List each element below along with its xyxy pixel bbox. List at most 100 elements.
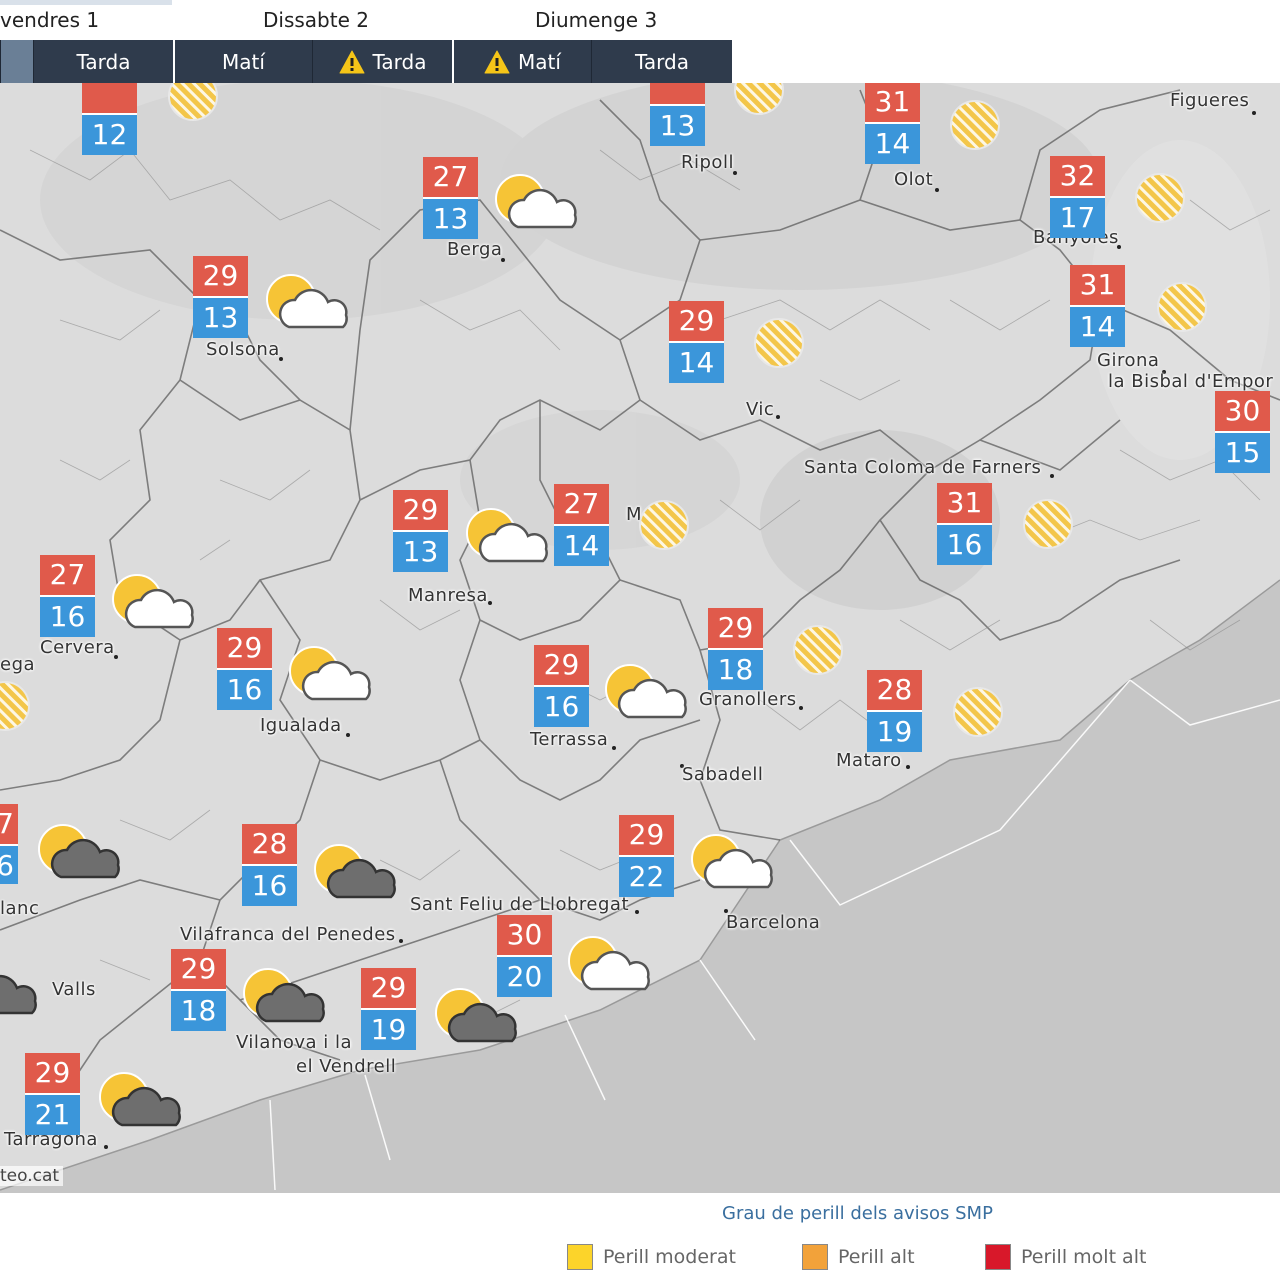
city-label-sabadell: Sabadell — [682, 764, 764, 785]
temp-badge[interactable]: 29 22 — [619, 815, 674, 897]
haze-icon[interactable] — [637, 498, 691, 552]
temp-badge[interactable]: 12 — [82, 83, 137, 155]
min-temp: 6 — [0, 844, 18, 884]
temp-badge[interactable]: 28 19 — [867, 670, 922, 752]
sun-cloud-icon[interactable] — [490, 171, 580, 235]
forecast-map[interactable]: Figueres Ripoll Olot Berga Banyoles Sols… — [0, 83, 1280, 1193]
temp-badge[interactable]: 13 — [650, 83, 705, 146]
tab-sunday-afternoon[interactable]: Tarda — [591, 40, 732, 83]
min-temp: 19 — [867, 710, 922, 752]
haze-icon[interactable] — [0, 679, 32, 733]
haze-icon[interactable] — [732, 83, 786, 117]
sun-dark-cloud-icon[interactable] — [309, 841, 399, 905]
min-temp: 16 — [217, 668, 272, 710]
temp-badge[interactable]: 29 18 — [171, 949, 226, 1031]
temp-badge[interactable]: 27 13 — [423, 157, 478, 239]
temp-badge[interactable]: 28 16 — [242, 824, 297, 906]
warning-icon — [484, 50, 510, 73]
min-temp: 15 — [1215, 431, 1270, 473]
max-temp: 27 — [423, 157, 478, 197]
haze-icon[interactable] — [1021, 497, 1075, 551]
sun-dark-cloud-icon[interactable] — [430, 985, 520, 1049]
temp-badge[interactable]: 29 13 — [393, 490, 448, 572]
max-temp: 29 — [25, 1053, 80, 1093]
day-label-friday[interactable]: vendres 1 — [0, 8, 99, 32]
city-label-la-bisbal: la Bisbal d'Empor — [1108, 371, 1274, 392]
temp-badge[interactable]: 29 18 — [708, 608, 763, 690]
day-header: vendres 1 Dissabte 2 Diumenge 3 — [0, 0, 732, 40]
temp-badge[interactable]: 29 16 — [217, 628, 272, 710]
day-label-saturday[interactable]: Dissabte 2 — [263, 8, 369, 32]
haze-icon[interactable] — [791, 623, 845, 677]
sun-cloud-icon[interactable] — [261, 271, 351, 335]
city-label-sant-feliu: Sant Feliu de Llobregat — [410, 894, 630, 915]
temp-badge[interactable]: 29 16 — [534, 645, 589, 727]
city-label-vilanova: Vilanova i la — [236, 1032, 353, 1053]
max-temp: 27 — [554, 484, 609, 524]
sun-cloud-icon[interactable] — [600, 661, 690, 725]
map-credit: teo.cat — [0, 1166, 64, 1186]
temp-badge[interactable]: 31 16 — [937, 483, 992, 565]
city-label-el-vendrell: el Vendrell — [296, 1056, 397, 1077]
city-dot — [399, 939, 403, 943]
tab-saturday-morning[interactable]: Matí — [173, 40, 312, 83]
city-dot — [635, 910, 639, 914]
temp-badge[interactable]: 29 14 — [669, 301, 724, 383]
temp-badge[interactable]: 31 14 — [1070, 265, 1125, 347]
sun-cloud-icon[interactable] — [686, 831, 776, 895]
min-temp: 13 — [393, 530, 448, 572]
sun-dark-cloud-icon[interactable] — [94, 1069, 184, 1133]
city-label-manresa: Manresa — [408, 585, 488, 606]
min-temp: 14 — [554, 524, 609, 566]
min-temp: 18 — [171, 989, 226, 1031]
haze-icon[interactable] — [166, 83, 220, 123]
haze-icon[interactable] — [951, 685, 1005, 739]
legend-swatch-orange — [802, 1244, 828, 1270]
max-temp: 28 — [867, 670, 922, 710]
temp-badge[interactable]: 30 15 — [1215, 391, 1270, 473]
min-temp: 14 — [669, 341, 724, 383]
city-label-terrassa: Terrassa — [530, 729, 609, 750]
temp-badge[interactable]: 29 19 — [361, 968, 416, 1050]
haze-icon[interactable] — [752, 316, 806, 370]
sun-dark-cloud-icon[interactable] — [238, 965, 328, 1029]
sun-cloud-icon[interactable] — [563, 933, 653, 997]
min-temp: 22 — [619, 855, 674, 897]
city-label-cervera: Cervera — [40, 637, 115, 658]
sun-dark-cloud-icon[interactable] — [33, 821, 123, 885]
min-temp: 19 — [361, 1008, 416, 1050]
temp-badge[interactable]: 27 14 — [554, 484, 609, 566]
city-dot — [935, 188, 939, 192]
tab-friday-morning[interactable] — [0, 40, 33, 83]
tab-sunday-morning[interactable]: Matí — [452, 40, 591, 83]
tab-label: Matí — [518, 49, 561, 74]
city-label-vilafranca: Vilafranca del Penedes — [180, 924, 396, 945]
temp-badge[interactable]: 27 16 — [40, 555, 95, 637]
sun-cloud-icon[interactable] — [284, 643, 374, 707]
haze-icon[interactable] — [948, 98, 1002, 152]
legend-item-very-high: Perill molt alt — [985, 1244, 1146, 1270]
min-temp: 16 — [937, 523, 992, 565]
temp-badge[interactable]: 32 17 — [1050, 156, 1105, 238]
temp-badge[interactable]: 7 6 — [0, 804, 18, 884]
temp-badge[interactable]: 29 21 — [25, 1053, 80, 1135]
temp-badge[interactable]: 29 13 — [193, 256, 248, 338]
temp-badge[interactable]: 31 14 — [865, 83, 920, 164]
min-temp: 16 — [534, 685, 589, 727]
city-label-amposta: lanc — [0, 898, 40, 919]
city-label-vic: Vic — [746, 399, 775, 420]
tab-friday-afternoon[interactable]: Tarda — [33, 40, 173, 83]
city-label-barcelona: Barcelona — [726, 912, 821, 933]
sun-cloud-icon[interactable] — [107, 571, 197, 635]
sun-cloud-icon[interactable] — [461, 505, 551, 569]
dark-cloud-icon[interactable] — [0, 957, 60, 1021]
day-label-sunday[interactable]: Diumenge 3 — [535, 8, 657, 32]
tab-label: Matí — [222, 49, 265, 74]
haze-icon[interactable] — [1133, 171, 1187, 225]
city-label-solsona: Solsona — [206, 339, 280, 360]
min-temp: 17 — [1050, 196, 1105, 238]
haze-icon[interactable] — [1155, 280, 1209, 334]
tab-saturday-afternoon[interactable]: Tarda — [312, 40, 452, 83]
min-temp: 13 — [423, 197, 478, 239]
legend-label: Perill molt alt — [1021, 1246, 1147, 1268]
